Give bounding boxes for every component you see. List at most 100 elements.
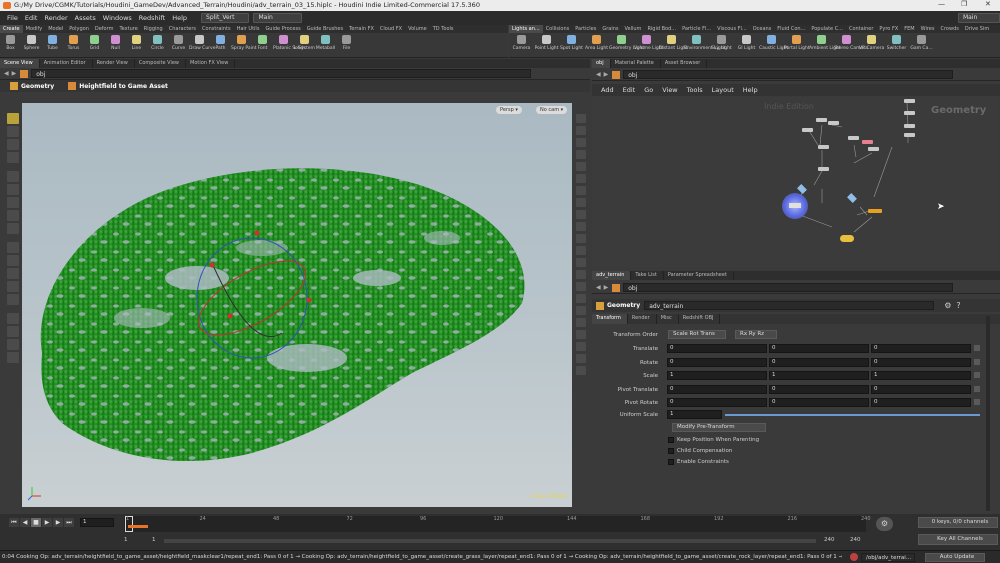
display-option-icon[interactable] [576, 114, 586, 123]
shelf-tool-geometry-light[interactable]: Geometry Light [609, 33, 644, 58]
shelf-tab-volume[interactable]: Volume [405, 25, 430, 33]
shelf-tool-box[interactable]: Box [0, 33, 21, 58]
shelf-tool-grid[interactable]: Grid [84, 33, 105, 58]
display-option-icon[interactable] [576, 174, 586, 183]
key-all-channels-button[interactable]: Key All Channels [918, 534, 998, 545]
network-node[interactable] [816, 118, 827, 122]
network-node-selected[interactable] [782, 193, 808, 219]
network-node[interactable] [818, 167, 829, 171]
display-option-icon[interactable] [576, 294, 586, 303]
display-option-icon[interactable] [576, 318, 586, 327]
shelf-tab-vellum[interactable]: Vellum [622, 25, 645, 33]
menu-redshift[interactable]: Redshift [139, 14, 165, 22]
display-option-icon[interactable] [576, 306, 586, 315]
tab-motion-fx-view[interactable]: Motion FX View [186, 59, 236, 68]
param-key-icon[interactable] [974, 358, 980, 365]
right-desktop-select[interactable]: Main [957, 13, 1000, 23]
shelf-tab-container[interactable]: Container [846, 25, 876, 33]
shelf-tool-gi-light[interactable]: GI Light [734, 33, 759, 58]
network-editor[interactable]: Indie Edition Geometry ➤ [592, 97, 998, 267]
transform-order-select[interactable]: Scale Rot Trans [668, 330, 726, 339]
view-icon[interactable] [6, 281, 19, 292]
network-menu-layout[interactable]: Layout [712, 86, 734, 94]
network-node[interactable] [848, 136, 859, 140]
pointer-icon[interactable] [6, 152, 19, 163]
shelf-tab-td-tools[interactable]: TD Tools [430, 25, 457, 33]
select-icon[interactable] [6, 113, 19, 124]
play-icon[interactable]: ▶ [42, 518, 52, 527]
scene-path-field[interactable]: obj [31, 69, 532, 78]
gear-icon[interactable]: ⚙ [944, 301, 951, 310]
jump-end-icon[interactable]: ⏭ [64, 518, 74, 527]
param-pivot-translate-y[interactable]: 0 [769, 384, 869, 394]
param-rotate-y[interactable]: 0 [769, 357, 869, 367]
step-forward-icon[interactable]: ▶ [53, 518, 63, 527]
enable-constraints-checkbox[interactable] [668, 459, 674, 465]
menu-assets[interactable]: Assets [75, 14, 96, 22]
network-node[interactable] [904, 133, 915, 137]
menu-render[interactable]: Render [44, 14, 67, 22]
shelf-tool-caustic-light[interactable]: Caustic Light [759, 33, 788, 58]
display-option-icon[interactable] [576, 138, 586, 147]
param-key-icon[interactable] [974, 345, 980, 351]
param-translate-y[interactable]: 0 [769, 344, 869, 353]
timeline-ruler[interactable]: 1 24 48 72 96 120 144 168 192 216 240 [124, 516, 871, 532]
lock-icon[interactable] [6, 184, 19, 195]
shelf-tool-camera[interactable]: Camera [509, 33, 534, 58]
param-rotate-z[interactable]: 0 [871, 357, 971, 367]
network-node[interactable] [904, 99, 915, 103]
param-key-icon[interactable] [974, 372, 980, 378]
network-menu-add[interactable]: Add [601, 86, 614, 94]
shelf-tab-guide-brushes[interactable]: Guide Brushes [304, 25, 346, 33]
maximize-button[interactable]: ❐ [961, 0, 967, 8]
net-forward-icon[interactable]: ▶ [604, 71, 609, 78]
shelf-tab-wires[interactable]: Wires [918, 25, 938, 33]
network-node[interactable] [828, 121, 839, 125]
display-option-icon[interactable] [576, 210, 586, 219]
help-icon[interactable]: ? [956, 301, 960, 310]
network-node[interactable] [904, 111, 915, 115]
shelf-tab-particles[interactable]: Particles [572, 25, 599, 33]
stop-cook-icon[interactable] [850, 553, 858, 561]
display-option-icon[interactable] [576, 126, 586, 135]
shelf-tab-constraints[interactable]: Constraints [199, 25, 234, 33]
tab-asset-browser[interactable]: Asset Browser [661, 59, 708, 68]
tab-render-view[interactable]: Render View [93, 59, 135, 68]
display-option-icon[interactable] [576, 186, 586, 195]
magnet-icon[interactable] [6, 294, 19, 305]
shelf-tool-curve[interactable]: Curve [168, 33, 189, 58]
shelf-tab-terrain-fx[interactable]: Terrain FX [346, 25, 377, 33]
param-back-icon[interactable]: ◀ [596, 284, 601, 291]
camera-button[interactable]: No cam ▾ [536, 106, 568, 114]
shelf-tab-drive-sim[interactable]: Drive Sim [962, 25, 992, 33]
network-node[interactable] [802, 128, 813, 132]
camera-icon[interactable] [6, 339, 19, 350]
shelf-tool-path[interactable]: Path [210, 33, 231, 58]
shelf-tool-file[interactable]: File [336, 33, 357, 58]
snap-icon[interactable] [6, 255, 19, 266]
net-back-icon[interactable]: ◀ [596, 71, 601, 78]
tab-misc[interactable]: Misc [657, 314, 679, 324]
param-pivot-rotate-z[interactable]: 0 [871, 398, 971, 407]
param-forward-icon[interactable]: ▶ [604, 284, 609, 291]
menu-help[interactable]: Help [172, 14, 187, 22]
menu-file[interactable]: File [7, 14, 18, 22]
network-node[interactable] [868, 147, 879, 151]
shelf-tool-circle[interactable]: Circle [147, 33, 168, 58]
tab-composite-view[interactable]: Composite View [135, 59, 186, 68]
tumble-icon[interactable] [6, 326, 19, 337]
uniform-scale-field[interactable]: 1 [667, 410, 722, 419]
network-menu-help[interactable]: Help [743, 86, 758, 94]
menu-windows[interactable]: Windows [103, 14, 132, 22]
shelf-tool-point-light[interactable]: Point Light [534, 33, 559, 58]
shelf-tab-grains[interactable]: Grains [599, 25, 621, 33]
display-option-icon[interactable] [576, 258, 586, 267]
light-icon[interactable] [6, 352, 19, 363]
shelf-tool-distant-light[interactable]: Distant Light [659, 33, 688, 58]
display-option-icon[interactable] [576, 162, 586, 171]
shelf-tab-fluid-con[interactable]: Fluid Con... [774, 25, 808, 33]
minimize-button[interactable]: — [938, 0, 945, 8]
shelf-tab-rigid-bod[interactable]: Rigid Bod... [644, 25, 679, 33]
move-icon[interactable] [6, 171, 19, 182]
shelf-tool-font[interactable]: Font [252, 33, 273, 58]
